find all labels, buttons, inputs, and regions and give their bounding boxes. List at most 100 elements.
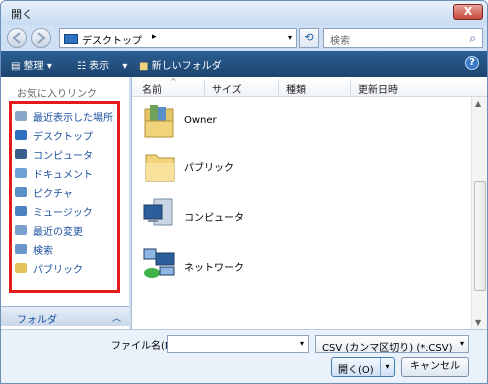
scroll-thumb[interactable] bbox=[474, 181, 486, 291]
close-icon: X bbox=[463, 5, 473, 18]
search-folder-icon bbox=[15, 244, 27, 254]
organize-menu[interactable]: ▤ 整理 ▾ bbox=[11, 57, 52, 72]
list-item-computer[interactable]: コンピュータ bbox=[142, 197, 342, 237]
column-divider[interactable] bbox=[204, 79, 205, 95]
column-size[interactable]: サイズ bbox=[212, 81, 242, 96]
refresh-icon: ⟲ bbox=[304, 31, 314, 44]
recently-changed-icon bbox=[15, 225, 27, 235]
breadcrumb-arrow-icon[interactable]: ▸ bbox=[152, 32, 157, 42]
list-item-public[interactable]: パブリック bbox=[142, 147, 342, 187]
forward-button[interactable] bbox=[31, 28, 51, 48]
chevron-down-icon[interactable]: ▾ bbox=[380, 358, 394, 376]
link-recent-places[interactable]: 最近表示した場所 bbox=[15, 108, 125, 124]
vertical-scrollbar[interactable]: ▲ ▼ bbox=[471, 97, 487, 329]
list-item-network[interactable]: ネットワーク bbox=[142, 247, 342, 287]
recent-places-icon bbox=[15, 111, 27, 121]
sort-arrow-icon: ^ bbox=[170, 77, 177, 86]
link-public[interactable]: パブリック bbox=[15, 260, 125, 276]
link-label: ピクチャ bbox=[33, 189, 73, 200]
view-icon: ☷ bbox=[77, 61, 86, 72]
item-label: ネットワーク bbox=[184, 263, 244, 274]
link-recently-changed[interactable]: 最近の変更 bbox=[15, 222, 125, 238]
scroll-down-icon[interactable]: ▼ bbox=[475, 318, 481, 327]
chevron-down-icon: ▾ bbox=[459, 339, 464, 348]
address-bar[interactable]: デスクトップ ▸ ▾ bbox=[59, 28, 297, 48]
folder-icon bbox=[145, 154, 175, 182]
folders-toggle[interactable]: フォルダ ︿ bbox=[1, 306, 129, 326]
desktop-icon bbox=[64, 34, 78, 44]
network-icon bbox=[143, 248, 175, 278]
link-label: デスクトップ bbox=[33, 132, 93, 143]
item-label: コンピュータ bbox=[184, 213, 244, 224]
link-label: コンピュータ bbox=[33, 151, 93, 162]
refresh-button[interactable]: ⟲ bbox=[299, 28, 319, 48]
filetype-value: CSV (カンマ区切り) (*.CSV) bbox=[322, 343, 453, 354]
view-menu[interactable]: ☷ 表示 ▾ bbox=[77, 57, 127, 72]
link-desktop[interactable]: デスクトップ bbox=[15, 127, 125, 143]
link-searches[interactable]: 検索 bbox=[15, 241, 125, 257]
view-label: 表示 bbox=[89, 61, 110, 72]
folders-label: フォルダ bbox=[17, 315, 57, 326]
link-label: ミュージック bbox=[33, 208, 93, 219]
link-label: 検索 bbox=[33, 246, 53, 257]
column-name[interactable]: 名前 bbox=[142, 81, 162, 96]
column-header-row: 名前 ^ サイズ 種類 更新日時 bbox=[132, 77, 487, 97]
address-path: デスクトップ bbox=[82, 36, 142, 47]
column-divider[interactable] bbox=[278, 79, 279, 95]
scroll-up-icon[interactable]: ▲ bbox=[475, 99, 481, 108]
chevron-down-icon: ▾ bbox=[122, 61, 128, 72]
link-label: パブリック bbox=[33, 265, 83, 276]
link-label: 最近の変更 bbox=[33, 227, 83, 238]
chevron-down-icon: ▾ bbox=[46, 61, 52, 72]
dialog-footer: ファイル名(N): ▾ CSV (カンマ区切り) (*.CSV) ▾ 開く(O)… bbox=[1, 329, 487, 383]
favorite-links-header: お気に入りリンク bbox=[17, 89, 97, 100]
new-folder-label: 新しいフォルダ bbox=[151, 61, 222, 72]
public-folder-icon bbox=[15, 263, 27, 273]
filetype-select[interactable]: CSV (カンマ区切り) (*.CSV) ▾ bbox=[315, 335, 469, 354]
cancel-button[interactable]: キャンセル bbox=[401, 357, 469, 377]
computer-icon bbox=[15, 149, 27, 159]
new-folder-icon: ■ bbox=[139, 61, 149, 72]
open-label: 開く(O) bbox=[338, 365, 374, 376]
address-row: デスクトップ ▸ ▾ ⟲ 検索 ⌕ bbox=[1, 25, 487, 51]
item-label: パブリック bbox=[184, 163, 234, 174]
link-pictures[interactable]: ピクチャ bbox=[15, 184, 125, 200]
open-button[interactable]: 開く(O) ▾ bbox=[331, 357, 395, 377]
chevron-down-icon[interactable]: ▾ bbox=[300, 339, 304, 348]
computer-icon bbox=[143, 198, 173, 226]
back-button[interactable] bbox=[7, 28, 27, 48]
link-music[interactable]: ミュージック bbox=[15, 203, 125, 219]
back-arrow-icon bbox=[12, 32, 21, 44]
title-bar: 開く X bbox=[1, 1, 487, 25]
chevron-up-icon: ︿ bbox=[111, 314, 121, 324]
user-folder-icon bbox=[144, 105, 174, 138]
new-folder-button[interactable]: ■ 新しいフォルダ bbox=[139, 57, 222, 72]
link-documents[interactable]: ドキュメント bbox=[15, 165, 125, 181]
column-divider[interactable] bbox=[350, 79, 351, 95]
desktop-icon bbox=[15, 130, 27, 140]
window-title: 開く bbox=[11, 8, 33, 21]
pictures-icon bbox=[15, 187, 27, 197]
filename-field[interactable]: ▾ bbox=[167, 335, 309, 353]
documents-icon bbox=[15, 168, 27, 178]
link-label: 最近表示した場所 bbox=[33, 113, 113, 124]
navigation-pane: お気に入りリンク 最近表示した場所 デスクトップ コンピュータ ドキュメント ピ… bbox=[1, 77, 129, 329]
list-item-owner[interactable]: Owner bbox=[142, 103, 342, 143]
file-list-pane: 名前 ^ サイズ 種類 更新日時 Owner パブリック コンピュータ ネットワ… bbox=[131, 77, 487, 329]
music-icon bbox=[15, 206, 27, 216]
column-modified[interactable]: 更新日時 bbox=[358, 81, 398, 96]
search-input[interactable]: 検索 ⌕ bbox=[323, 28, 483, 48]
search-icon[interactable]: ⌕ bbox=[469, 31, 476, 46]
link-label: ドキュメント bbox=[33, 170, 93, 181]
close-button[interactable]: X bbox=[453, 4, 483, 20]
link-computer[interactable]: コンピュータ bbox=[15, 146, 125, 162]
organize-icon: ▤ bbox=[11, 61, 21, 72]
search-placeholder: 検索 bbox=[330, 36, 350, 47]
chevron-down-icon[interactable]: ▾ bbox=[288, 33, 292, 42]
forward-arrow-icon bbox=[37, 32, 46, 44]
open-dialog: 開く X デスクトップ ▸ ▾ ⟲ 検索 ⌕ ▤ 整理 ▾ ☷ 表示 ▾ ■ 新… bbox=[0, 0, 488, 384]
help-icon[interactable]: ? bbox=[465, 56, 479, 70]
organize-label: 整理 bbox=[23, 61, 44, 72]
item-label: Owner bbox=[184, 115, 217, 126]
column-type[interactable]: 種類 bbox=[286, 81, 306, 96]
